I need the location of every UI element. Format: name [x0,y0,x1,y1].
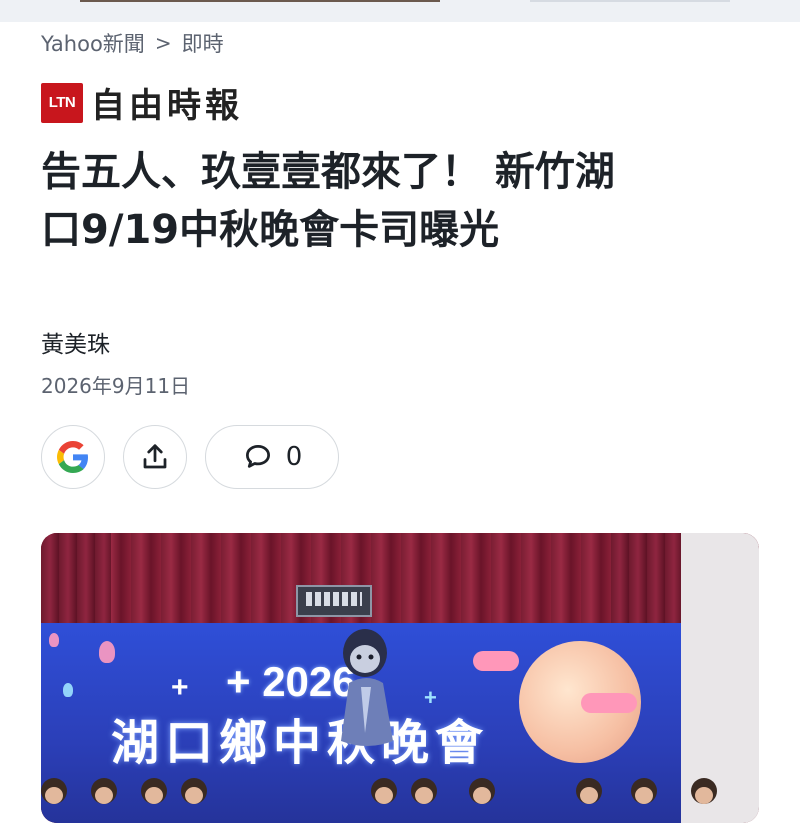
publisher-name: 自由時報 [91,86,243,126]
headline-line-1: 告五人、玖壹壹都來了！ 新竹湖 [41,149,615,195]
top-image-edge-secondary [530,0,730,2]
breadcrumb-site-link[interactable]: Yahoo新聞 [41,28,145,58]
person [41,778,67,804]
article-actions: 0 [41,425,339,489]
cloud-graphic [581,693,637,713]
stage-sign [296,585,372,617]
person [141,778,167,804]
article-headline: 告五人、玖壹壹都來了！ 新竹湖 口9/19中秋晚會卡司曝光 [41,143,741,259]
mascot-balloon [341,629,393,746]
person [371,778,397,804]
cloud-graphic [473,651,519,671]
person [631,778,657,804]
publisher-logo[interactable]: LTN 自由時報 [41,78,243,127]
article-date: 2026年9月11日 [41,374,191,398]
breadcrumb: Yahoo新聞 > 即時 [41,30,224,56]
lantern-graphic [49,633,59,647]
person [469,778,495,804]
person [91,778,117,804]
headline-line-2: 口9/19中秋晚會卡司曝光 [41,207,500,253]
banner-title: 湖口鄉中秋晚會 [111,715,490,771]
share-button[interactable] [123,425,187,489]
top-strip [0,0,800,22]
comment-count: 0 [285,442,303,472]
top-image-edge [80,0,440,2]
comment-button[interactable]: 0 [205,425,339,489]
comment-icon [245,445,270,468]
person [576,778,602,804]
breadcrumb-separator: > [154,31,172,55]
person [691,778,717,804]
ltn-badge-icon: LTN [41,82,83,123]
google-icon [57,441,88,473]
person [181,778,207,804]
crowd [41,778,759,823]
google-button[interactable] [41,425,105,489]
person [411,778,437,804]
share-icon [143,444,167,469]
breadcrumb-section-link[interactable]: 即時 [182,28,224,58]
article-author[interactable]: 黃美珠 [41,325,110,359]
lantern-graphic [99,641,115,663]
article-photo[interactable]: + + + 2026 湖口鄉中秋晚會 [41,533,759,823]
plus-graphic: + [171,671,189,704]
lantern-graphic [63,683,73,697]
